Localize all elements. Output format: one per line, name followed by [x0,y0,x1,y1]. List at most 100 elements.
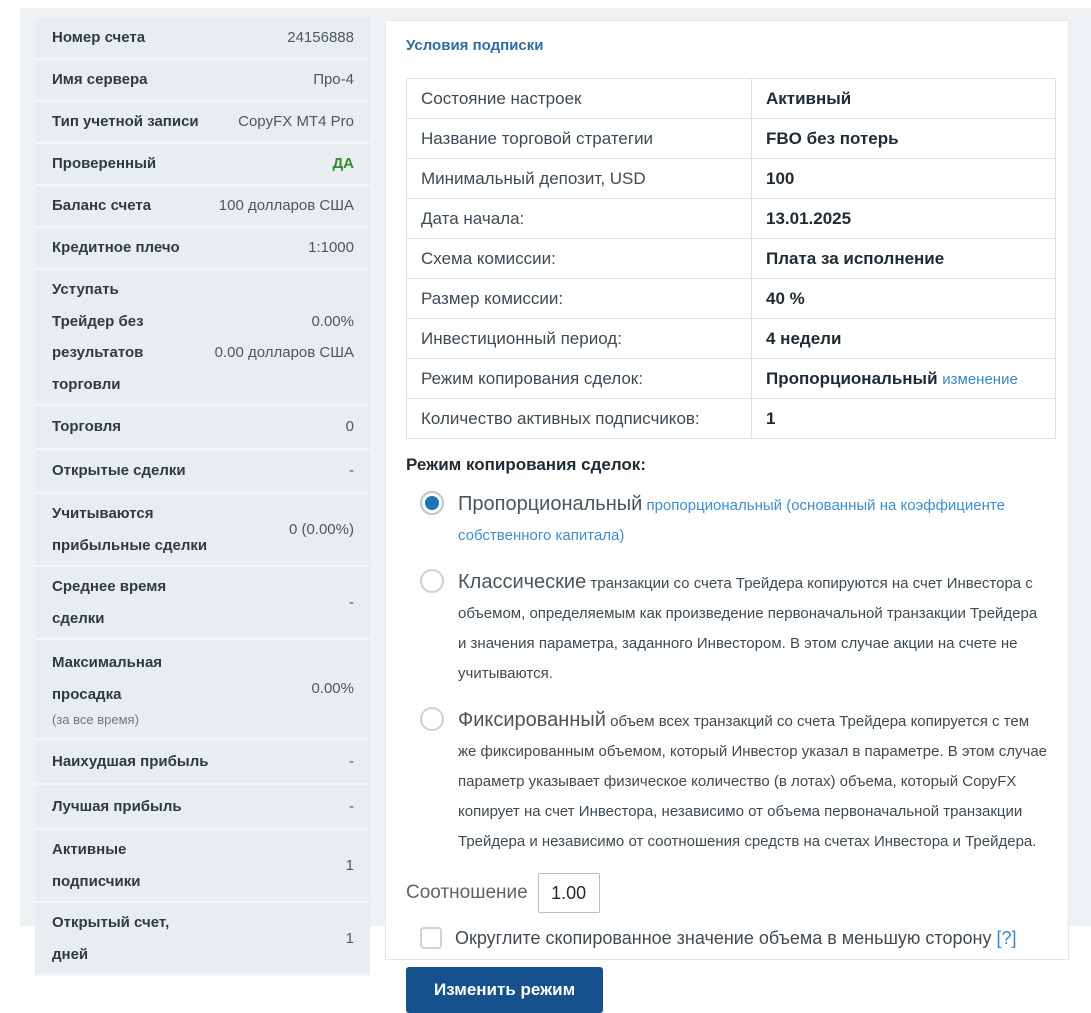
cell-value: 40 % [752,279,1056,319]
row-label: Активные подписчики [52,834,172,897]
sidebar-row-average-trade-time: Среднее время сделки - [35,567,370,640]
row-value-amount: 0.00 долларов США [215,344,354,361]
sidebar-row-account-open-days: Открытый счет, дней 1 [35,903,370,976]
ratio-row: Соотношение [406,873,1048,913]
sidebar-row-worst-profit: Наихудшая прибыль - [35,740,370,785]
row-label: Открытый счет, дней [52,907,192,970]
row-label: Лучшая прибыль [52,791,182,823]
row-label: Баланс счета [52,190,151,222]
row-value: 0 (0.00%) [289,514,354,546]
ratio-input[interactable] [538,873,600,913]
cell-value: 1 [752,399,1056,439]
row-value: 24156888 [287,22,354,54]
cell-label: Режим копирования сделок: [407,359,752,399]
ratio-label: Соотношение [406,882,528,904]
table-row-start-date: Дата начала: 13.01.2025 [407,199,1056,239]
cell-label: Схема комиссии: [407,239,752,279]
radio-fixed[interactable] [420,707,444,731]
row-value: - [349,455,354,487]
sidebar-row-profitable-trades: Учитываются прибыльные сделки 0 (0.00%) [35,494,370,567]
option-name: Фиксированный [458,709,606,731]
option-classic: Классические транзакции со счета Трейдер… [420,567,1048,689]
round-down-label: Округлите скопированное значение объема … [455,928,1016,949]
table-row-copy-mode: Режим копирования сделок: Пропорциональн… [407,359,1056,399]
conditions-table: Состояние настроек Активный Название тор… [406,78,1056,439]
cell-label: Состояние настроек [407,79,752,119]
row-value-verified: ДА [332,148,354,180]
subscription-conditions-panel: Условия подписки Состояние настроек Акти… [385,20,1069,960]
sidebar-row-server-name: Имя сервера Про-4 [35,60,370,102]
option-text: Классические транзакции со счета Трейдер… [458,567,1048,689]
table-row-investment-period: Инвестиционный период: 4 недели [407,319,1056,359]
copy-mode-value: Пропорциональный [766,369,938,388]
option-text: Пропорциональный пропорциональный (основ… [458,489,1048,551]
row-value: CopyFX MT4 Pro [238,106,354,138]
row-label: Имя сервера [52,64,148,96]
panel-heading: Условия подписки [406,37,1048,54]
row-label: Учитываются прибыльные сделки [52,498,212,561]
sidebar-row-verified: Проверенный ДА [35,144,370,186]
help-icon[interactable]: [?] [996,928,1016,948]
row-label: Открытые сделки [52,455,186,487]
row-label: Наихудшая прибыль [52,746,208,778]
row-value: 1:1000 [308,232,354,264]
cell-label: Минимальный депозит, USD [407,159,752,199]
cell-value: Пропорциональный изменение [752,359,1056,399]
change-mode-button[interactable]: Изменить режим [406,967,603,1013]
row-value: 1 [346,850,354,882]
row-value: Про-4 [313,64,354,96]
account-stats-sidebar: Номер счета 24156888 Имя сервера Про-4 Т… [35,18,370,976]
round-down-row: Округлите скопированное значение объема … [420,927,1048,949]
sidebar-row-best-profit: Лучшая прибыль - [35,785,370,830]
cell-value-status: Активный [752,79,1056,119]
radio-proportional[interactable] [420,491,444,515]
cell-label: Количество активных подписчиков: [407,399,752,439]
row-value: - [349,587,354,619]
row-value: - [349,791,354,823]
table-row-commission-size: Размер комиссии: 40 % [407,279,1056,319]
row-value: - [349,746,354,778]
option-name: Пропорциональный [458,493,642,515]
row-label: Максимальная просадка (за все время) [52,647,192,731]
cell-label: Инвестиционный период: [407,319,752,359]
cell-value: Плата за исполнение [752,239,1056,279]
option-description: объем всех транзакций со счета Трейдера … [458,713,1047,850]
sidebar-row-account-number: Номер счета 24156888 [35,18,370,60]
row-value: 100 долларов США [219,190,354,222]
row-label: Проверенный [52,148,156,180]
cell-value: 4 недели [752,319,1056,359]
sidebar-row-trading: Торговля 0 [35,406,370,450]
table-row-active-subscribers-count: Количество активных подписчиков: 1 [407,399,1056,439]
sidebar-row-balance: Баланс счета 100 долларов США [35,186,370,228]
change-mode-link[interactable]: изменение [942,371,1018,388]
row-label: Номер счета [52,22,145,54]
cell-label: Дата начала: [407,199,752,239]
option-fixed: Фиксированный объем всех транзакций со с… [420,705,1048,857]
row-value-percent: 0.00% [311,313,354,330]
option-name: Классические [458,571,586,593]
row-value: 0.00% [311,673,354,705]
option-text: Фиксированный объем всех транзакций со с… [458,705,1048,857]
row-label-text: Максимальная просадка [52,654,162,703]
copy-mode-heading: Режим копирования сделок: [406,455,1048,475]
sidebar-row-open-trades: Открытые сделки - [35,450,370,494]
row-value: 0 [346,411,354,443]
cell-label: Размер комиссии: [407,279,752,319]
round-down-label-text: Округлите скопированное значение объема … [455,928,991,948]
table-row-min-deposit: Минимальный депозит, USD 100 [407,159,1056,199]
sidebar-row-yield-no-results: Уступать Трейдер без результатов торговл… [35,270,370,406]
table-row-commission-scheme: Схема комиссии: Плата за исполнение [407,239,1056,279]
radio-classic[interactable] [420,569,444,593]
table-row-settings-state: Состояние настроек Активный [407,79,1056,119]
cell-value: FBO без потерь [752,119,1056,159]
row-label: Тип учетной записи [52,106,199,138]
row-label: Торговля [52,411,121,443]
row-label-note: (за все время) [52,710,192,731]
row-value: 1 [346,923,354,955]
round-down-checkbox[interactable] [420,927,442,949]
row-label: Среднее время сделки [52,571,192,634]
row-label: Кредитное плечо [52,232,180,264]
sidebar-row-active-subscribers: Активные подписчики 1 [35,830,370,903]
sidebar-row-leverage: Кредитное плечо 1:1000 [35,228,370,270]
cell-value: 100 [752,159,1056,199]
